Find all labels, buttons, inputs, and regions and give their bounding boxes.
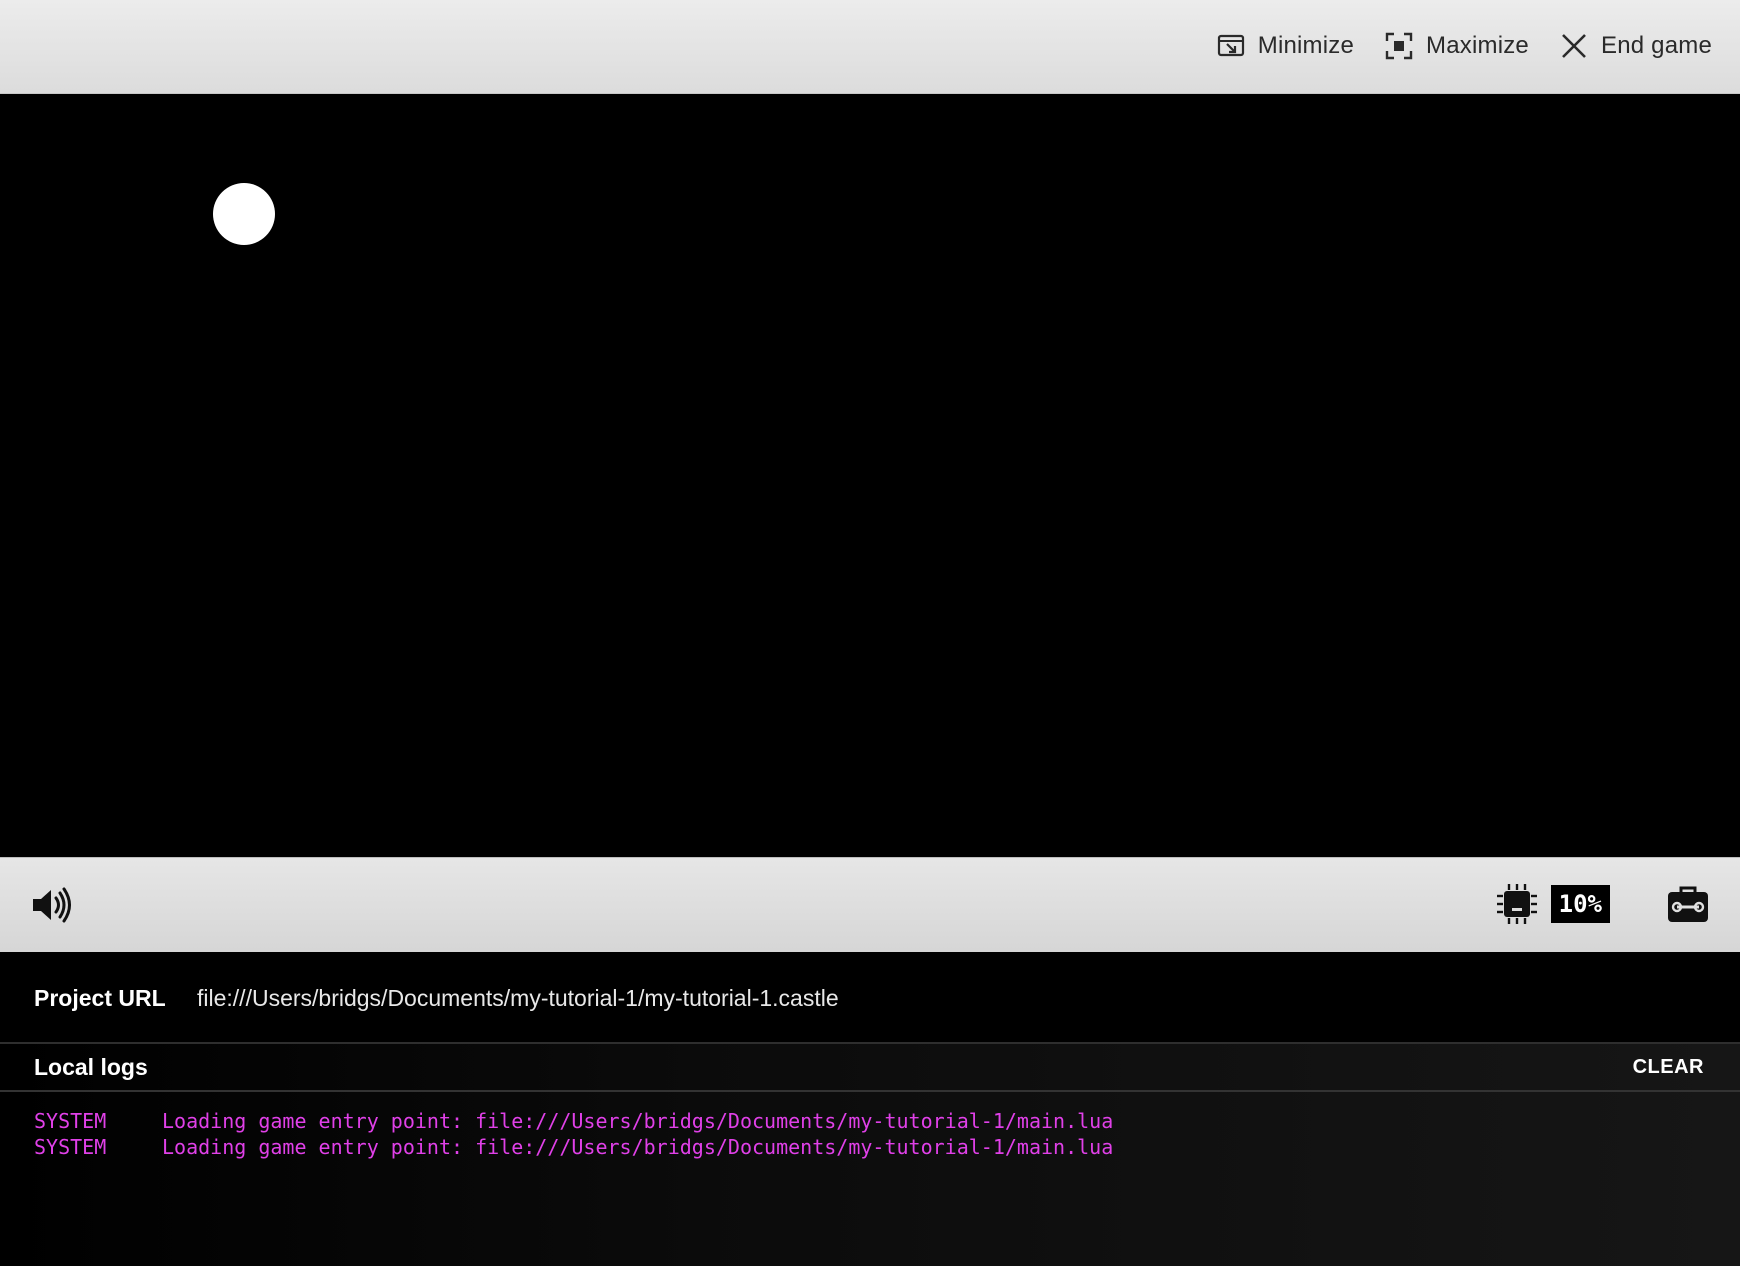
end-game-button[interactable]: End game	[1559, 31, 1712, 61]
cpu-usage-value: 10%	[1550, 885, 1610, 923]
log-entry: SYSTEM Loading game entry point: file:///…	[34, 1134, 1113, 1160]
top-toolbar: Minimize Maximize End game	[0, 0, 1740, 94]
info-panel: Project URL file:///Users/bridgs/Documen…	[0, 952, 1740, 1266]
volume-icon	[30, 887, 74, 931]
log-entry: SYSTEM Loading game entry point: file:///…	[34, 1108, 1113, 1134]
project-url-row: Project URL file:///Users/bridgs/Documen…	[0, 952, 1740, 1044]
maximize-button[interactable]: Maximize	[1384, 31, 1529, 61]
cpu-usage-indicator: 10%	[1495, 882, 1610, 926]
cpu-chip-icon	[1495, 882, 1539, 926]
game-ball	[213, 183, 275, 245]
end-game-label: End game	[1600, 32, 1712, 59]
toolbox-icon	[1666, 886, 1710, 930]
player-control-bar: 10%	[0, 857, 1740, 952]
game-player-window: Minimize Maximize End game 10% Project U…	[0, 0, 1740, 1266]
log-message: Loading game entry point: file:///Users/…	[162, 1109, 1114, 1133]
maximize-icon	[1384, 31, 1414, 61]
logs-title: Local logs	[34, 1054, 148, 1080]
log-list: SYSTEM Loading game entry point: file:///…	[34, 1108, 1113, 1160]
clear-logs-button[interactable]: CLEAR	[1633, 1056, 1704, 1079]
developer-tools-button[interactable]	[1666, 882, 1710, 926]
volume-button[interactable]	[30, 883, 74, 927]
minimize-icon	[1216, 31, 1246, 61]
logs-header: Local logs CLEAR	[0, 1044, 1740, 1092]
log-source: SYSTEM	[34, 1135, 107, 1159]
project-url-value: file:///Users/bridgs/Documents/my-tutori…	[197, 985, 839, 1011]
minimize-label: Minimize	[1257, 32, 1355, 59]
window-actions: Minimize Maximize End game	[1186, 0, 1712, 92]
maximize-label: Maximize	[1426, 32, 1529, 59]
log-message: Loading game entry point: file:///Users/…	[162, 1135, 1114, 1159]
close-icon	[1559, 31, 1589, 61]
minimize-button[interactable]: Minimize	[1216, 31, 1354, 61]
game-canvas[interactable]	[0, 94, 1740, 857]
project-url-label: Project URL	[34, 985, 166, 1011]
log-source: SYSTEM	[34, 1109, 107, 1133]
